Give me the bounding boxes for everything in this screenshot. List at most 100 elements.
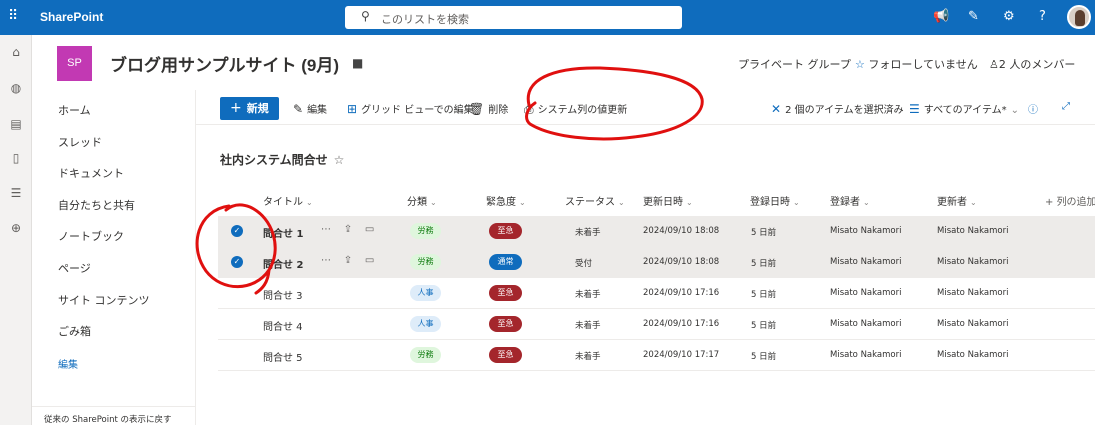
editor-cell[interactable]: Misato Nakamori (937, 319, 1008, 329)
row-title-link[interactable]: 問合せ 3 (263, 287, 303, 302)
comment-icon[interactable]: ▭ (365, 255, 374, 266)
search-box[interactable]: ⚲ このリストを検索 (345, 6, 682, 29)
members-button[interactable]: ♙2 人のメンバー (989, 56, 1075, 72)
chevron-down-icon: ⌄ (618, 198, 625, 207)
lists-icon[interactable]: ☰ (9, 186, 23, 200)
author-cell[interactable]: Misato Nakamori (830, 226, 901, 236)
view-selector[interactable]: ☰ すべてのアイテム* ⌄ (909, 101, 1019, 116)
row-actions: ⋯ ⇪ ▭ (321, 255, 374, 266)
sharepoint-brand[interactable]: SharePoint (40, 0, 103, 35)
create-icon[interactable]: ⊕ (9, 221, 23, 235)
favorite-star-icon[interactable]: ☆ (334, 153, 345, 167)
edit-button[interactable]: ✎ 編集 (293, 101, 327, 116)
column-header-category[interactable]: 分類 ⌄ (407, 193, 437, 208)
follow-button[interactable]: ☆ フォローしていません (855, 56, 978, 72)
row-title-link[interactable]: 問合せ 4 (263, 318, 303, 333)
nav-edit-link[interactable]: 編集 (58, 356, 78, 371)
modified-cell: 2024/09/10 18:08 (643, 226, 720, 236)
news-icon[interactable]: ▤ (9, 117, 23, 131)
urgency-badge: 至急 (489, 347, 522, 363)
home-icon[interactable]: ⌂ (9, 45, 23, 59)
chevron-down-icon: ⌄ (793, 198, 800, 207)
column-header-modified[interactable]: 更新日時 ⌄ (643, 193, 693, 208)
site-title[interactable]: ブログ用サンプルサイト (9月) (110, 51, 339, 76)
table-row[interactable]: 問合せ 3 人事 至急 未着手 2024/09/10 17:16 5 日前 Misato N… (218, 278, 1095, 309)
created-cell: 5 日前 (751, 352, 777, 362)
nav-item-home[interactable]: ホーム (58, 102, 91, 118)
grid-edit-button[interactable]: ⊞ グリッド ビューでの編集 (347, 101, 474, 116)
site-logo[interactable]: SP (57, 46, 92, 81)
table-row[interactable]: ✓ 問合せ 2 ⋯ ⇪ ▭ 労務 通常 受付 2024/09/10 18:08 5 日前 Mis… (218, 247, 1095, 278)
table-row[interactable]: 問合せ 4 人事 至急 未着手 2024/09/10 17:16 5 日前 Misato N… (218, 309, 1095, 340)
category-badge: 人事 (410, 285, 441, 301)
column-header-urgency[interactable]: 緊急度 ⌄ (486, 193, 526, 208)
created-cell: 5 日前 (751, 290, 777, 300)
nav-item-pages[interactable]: ページ (58, 260, 91, 276)
app-launcher-icon[interactable]: ⠿ (8, 8, 24, 24)
clear-selection-button[interactable]: ✕ 2 個のアイテムを選択済み (771, 101, 904, 116)
help-icon[interactable]: ? (1039, 9, 1046, 24)
editor-cell[interactable]: Misato Nakamori (937, 257, 1008, 267)
column-header-author[interactable]: 登録者 ⌄ (830, 193, 870, 208)
delete-button[interactable]: 🗑 削除 (469, 101, 508, 116)
nav-divider (32, 406, 196, 407)
author-cell[interactable]: Misato Nakamori (830, 288, 901, 298)
created-cell: 5 日前 (751, 321, 777, 331)
editor-cell[interactable]: Misato Nakamori (937, 226, 1008, 236)
nav-item-documents[interactable]: ドキュメント (58, 165, 124, 181)
editor-cell[interactable]: Misato Nakamori (937, 350, 1008, 360)
share-icon[interactable]: ⇪ (344, 255, 352, 266)
globe-icon[interactable]: ◍ (9, 81, 23, 95)
editor-cell[interactable]: Misato Nakamori (937, 288, 1008, 298)
nav-item-recycle-bin[interactable]: ごみ箱 (58, 323, 91, 339)
column-header-created[interactable]: 登録日時 ⌄ (750, 193, 800, 208)
grid-icon: ⊞ (347, 102, 358, 116)
column-header-title[interactable]: タイトル ⌄ (263, 193, 313, 208)
column-header-status[interactable]: ステータス ⌄ (565, 193, 625, 208)
expand-button[interactable]: ⤢ (1062, 101, 1070, 112)
nav-item-site-contents[interactable]: サイト コンテンツ (58, 292, 150, 308)
file-icon[interactable]: ▯ (9, 151, 23, 165)
site-header: SP ブログ用サンプルサイト (9月) ■ プライベート グループ ☆ フォロー… (32, 35, 1095, 90)
author-cell[interactable]: Misato Nakamori (830, 257, 901, 267)
checkmark-icon[interactable]: ✓ (231, 256, 243, 268)
author-cell[interactable]: Misato Nakamori (830, 350, 901, 360)
row-actions: ⋯ ⇪ ▭ (321, 224, 374, 235)
modified-cell: 2024/09/10 18:08 (643, 257, 720, 267)
column-modified-label: 更新日時 (643, 197, 683, 208)
add-column-button[interactable]: + 列の追加 (1045, 193, 1095, 208)
settings-gear-icon[interactable]: ⚙ (1003, 9, 1015, 24)
search-icon: ⚲ (361, 9, 370, 23)
pencil-icon: ✎ (293, 102, 304, 116)
modified-cell: 2024/09/10 17:17 (643, 350, 720, 360)
search-input[interactable]: このリストを検索 (381, 11, 469, 27)
author-cell[interactable]: Misato Nakamori (830, 319, 901, 329)
more-options-icon[interactable]: ⋯ (321, 224, 331, 235)
nav-item-threads[interactable]: スレッド (58, 134, 102, 150)
more-options-icon[interactable]: ⋯ (321, 255, 331, 266)
table-row[interactable]: ✓ 問合せ 1 ⋯ ⇪ ▭ 労務 至急 未着手 2024/09/10 18:08 5 日前 Mi… (218, 216, 1095, 247)
created-cell: 5 日前 (751, 228, 777, 238)
feedback-icon[interactable]: ✎ (968, 9, 979, 24)
row-title-link[interactable]: 問合せ 2 (263, 256, 303, 271)
table-row[interactable]: 問合せ 5 労務 至急 未着手 2024/09/10 17:17 5 日前 Misato N… (218, 340, 1095, 371)
megaphone-icon[interactable]: 📢 (933, 9, 949, 24)
view-lines-icon: ☰ (909, 102, 920, 116)
column-header-editor[interactable]: 更新者 ⌄ (937, 193, 977, 208)
new-button[interactable]: + 新規 (220, 97, 279, 120)
classic-view-link[interactable]: 従来の SharePoint の表示に戻す (44, 413, 172, 425)
nav-item-shared[interactable]: 自分たちと共有 (58, 197, 135, 213)
chevron-down-icon: ⌄ (863, 198, 870, 207)
avatar[interactable] (1067, 5, 1091, 29)
notebook-icon[interactable]: ■ (352, 56, 363, 70)
nav-item-notebook[interactable]: ノートブック (58, 228, 124, 244)
row-title-link[interactable]: 問合せ 5 (263, 349, 303, 364)
chevron-down-icon: ⌄ (686, 198, 693, 207)
share-icon[interactable]: ⇪ (344, 224, 352, 235)
system-column-update-button[interactable]: ⎙ システム列の値更新 (524, 101, 627, 117)
list-title[interactable]: 社内システム問合せ ☆ (220, 151, 344, 168)
row-title-link[interactable]: 問合せ 1 (263, 225, 303, 240)
info-button[interactable]: ⓘ (1028, 101, 1038, 116)
checkmark-icon[interactable]: ✓ (231, 225, 243, 237)
comment-icon[interactable]: ▭ (365, 224, 374, 235)
